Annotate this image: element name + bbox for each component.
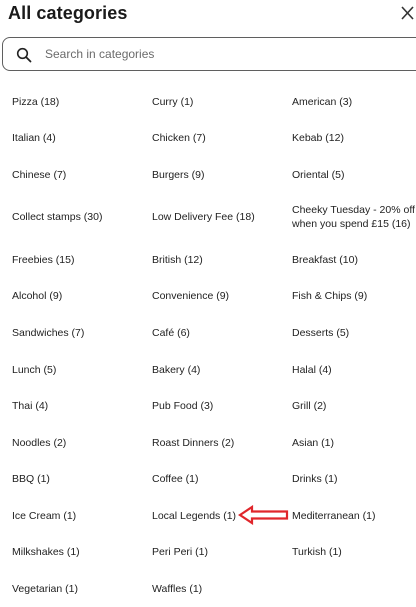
category-item[interactable]: Convenience (9) bbox=[152, 289, 292, 303]
category-item[interactable]: Thai (4) bbox=[12, 399, 152, 413]
category-item[interactable]: Chinese (7) bbox=[12, 168, 152, 182]
page-title: All categories bbox=[8, 3, 128, 23]
category-item[interactable]: Peri Peri (1) bbox=[152, 545, 292, 559]
category-list: Pizza (18) Curry (1) American (3) Italia… bbox=[12, 85, 416, 607]
category-row: Sandwiches (7) Café (6) Desserts (5) bbox=[12, 315, 416, 351]
close-icon bbox=[401, 6, 414, 20]
category-item[interactable]: Cheeky Tuesday - 20% off when you spend … bbox=[292, 203, 416, 231]
category-item[interactable]: Chicken (7) bbox=[152, 131, 292, 145]
category-item[interactable]: Pizza (18) bbox=[12, 95, 152, 109]
category-item[interactable]: Fish & Chips (9) bbox=[292, 289, 416, 303]
category-item[interactable]: Sandwiches (7) bbox=[12, 326, 152, 340]
category-item[interactable]: Low Delivery Fee (18) bbox=[152, 210, 292, 224]
arrow-left-icon bbox=[238, 505, 289, 525]
category-item[interactable]: Lunch (5) bbox=[12, 363, 152, 377]
category-row: Italian (4) Chicken (7) Kebab (12) bbox=[12, 118, 416, 158]
category-item[interactable]: Desserts (5) bbox=[292, 326, 416, 340]
category-row: Noodles (2) Roast Dinners (2) Asian (1) bbox=[12, 424, 416, 461]
category-row: Chinese (7) Burgers (9) Oriental (5) bbox=[12, 158, 416, 192]
category-item[interactable]: Breakfast (10) bbox=[292, 253, 416, 267]
category-row: Milkshakes (1) Peri Peri (1) Turkish (1) bbox=[12, 534, 416, 570]
category-item[interactable]: BBQ (1) bbox=[12, 472, 152, 486]
category-item[interactable]: Grill (2) bbox=[292, 399, 416, 413]
category-item[interactable]: Vegetarian (1) bbox=[12, 582, 152, 596]
category-item[interactable]: Ice Cream (1) bbox=[12, 509, 152, 523]
category-row: Vegetarian (1) Waffles (1) bbox=[12, 570, 416, 607]
category-item[interactable]: Asian (1) bbox=[292, 436, 416, 450]
search-icon bbox=[16, 47, 32, 63]
category-item[interactable]: Freebies (15) bbox=[12, 253, 152, 267]
category-item[interactable]: American (3) bbox=[292, 95, 416, 109]
category-row: Lunch (5) Bakery (4) Halal (4) bbox=[12, 351, 416, 388]
category-row: Ice Cream (1) Local Legends (1) Mediterr… bbox=[12, 497, 416, 534]
category-item[interactable]: Bakery (4) bbox=[152, 363, 292, 377]
category-row: Pizza (18) Curry (1) American (3) bbox=[12, 85, 416, 118]
category-row: Thai (4) Pub Food (3) Grill (2) bbox=[12, 388, 416, 424]
dialog-header: All categories bbox=[8, 0, 416, 28]
category-item[interactable]: Turkish (1) bbox=[292, 545, 416, 559]
category-item[interactable]: Drinks (1) bbox=[292, 472, 416, 486]
category-item[interactable]: Mediterranean (1) bbox=[292, 509, 416, 523]
search-input[interactable] bbox=[45, 44, 345, 64]
category-item[interactable]: Curry (1) bbox=[152, 95, 292, 109]
category-item[interactable]: Kebab (12) bbox=[292, 131, 416, 145]
category-item[interactable]: British (12) bbox=[152, 253, 292, 267]
category-row: Collect stamps (30) Low Delivery Fee (18… bbox=[12, 192, 416, 242]
category-item[interactable]: Alcohol (9) bbox=[12, 289, 152, 303]
category-item[interactable]: Oriental (5) bbox=[292, 168, 416, 182]
category-item[interactable]: Roast Dinners (2) bbox=[152, 436, 292, 450]
category-item[interactable]: Halal (4) bbox=[292, 363, 416, 377]
category-item[interactable]: Waffles (1) bbox=[152, 582, 292, 596]
category-item[interactable]: Collect stamps (30) bbox=[12, 210, 152, 224]
category-item[interactable]: Café (6) bbox=[152, 326, 292, 340]
category-item[interactable]: Milkshakes (1) bbox=[12, 545, 152, 559]
category-row: BBQ (1) Coffee (1) Drinks (1) bbox=[12, 461, 416, 497]
category-row: Alcohol (9) Convenience (9) Fish & Chips… bbox=[12, 277, 416, 315]
search-box[interactable] bbox=[2, 37, 416, 71]
category-item[interactable]: Coffee (1) bbox=[152, 472, 292, 486]
category-item[interactable]: Pub Food (3) bbox=[152, 399, 292, 413]
category-row: Freebies (15) British (12) Breakfast (10… bbox=[12, 242, 416, 277]
category-item[interactable]: Italian (4) bbox=[12, 131, 152, 145]
close-button[interactable] bbox=[400, 4, 416, 22]
category-item[interactable]: Burgers (9) bbox=[152, 168, 292, 182]
category-item[interactable]: Noodles (2) bbox=[12, 436, 152, 450]
